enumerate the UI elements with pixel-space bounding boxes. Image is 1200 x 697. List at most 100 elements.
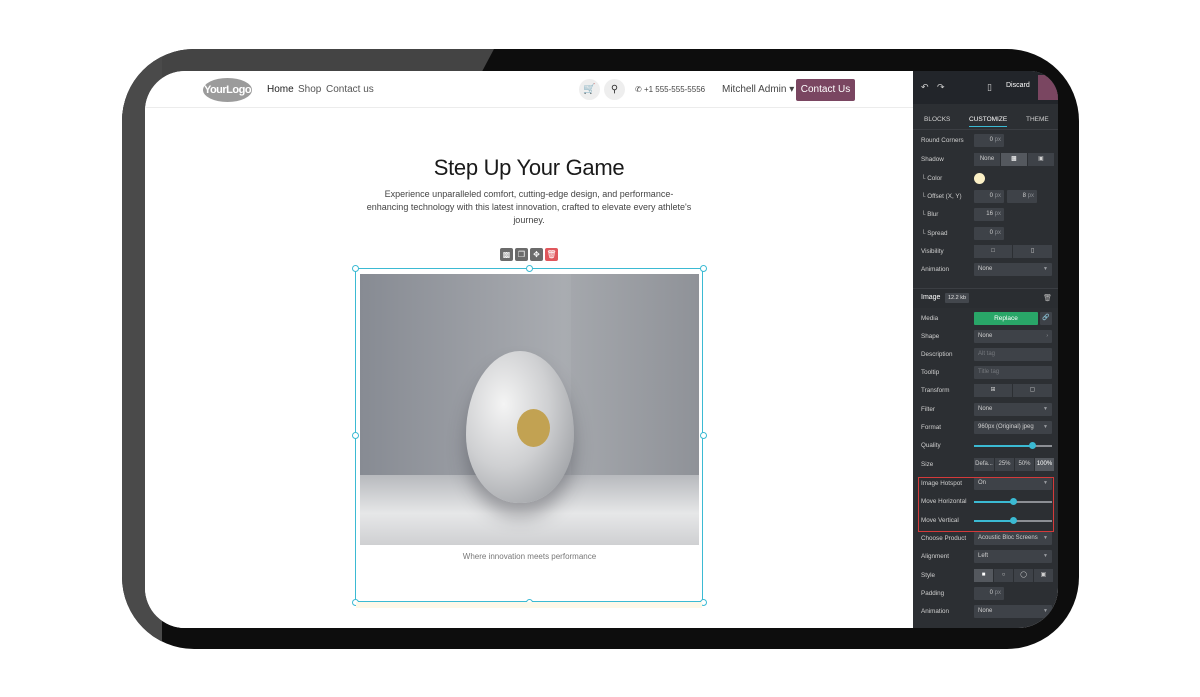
- undo-icon[interactable]: ↶: [921, 82, 929, 93]
- offset-x-value: 0: [989, 193, 993, 199]
- caret-icon: ▼: [1043, 535, 1048, 541]
- chevron-down-icon: ▾: [789, 84, 795, 95]
- caret-icon: ▼: [1043, 608, 1048, 614]
- screen: YourLogo Home Shop Contact us 🛒 ⚲ ✆ +1 5…: [145, 71, 1058, 628]
- resize-handle-ml[interactable]: [352, 432, 359, 439]
- link-icon[interactable]: 🔗: [1040, 312, 1052, 325]
- size-50[interactable]: 50%: [1015, 458, 1034, 471]
- style-thumbnail-icon[interactable]: ▣: [1034, 569, 1053, 582]
- alignment-label: Alignment: [921, 553, 950, 560]
- tab-theme[interactable]: THEME: [1026, 116, 1049, 123]
- caret-icon: ▼: [1043, 424, 1048, 430]
- blur-value: 16: [986, 211, 993, 217]
- image-toolbar: ▩ ❐ ✥ 🗑: [500, 248, 558, 261]
- size-25[interactable]: 25%: [995, 458, 1014, 471]
- filter-label: Filter: [921, 406, 935, 413]
- blur-unit: px: [994, 211, 1001, 217]
- contact-us-button[interactable]: Contact Us: [796, 79, 855, 101]
- format-select[interactable]: 960px (Original) jpeg ▼: [974, 421, 1052, 434]
- mobile-visibility-icon[interactable]: ▯: [1013, 245, 1052, 258]
- row-animation: Animation None ▼: [913, 261, 1058, 279]
- shadow-color-swatch[interactable]: [974, 173, 985, 184]
- nav-home[interactable]: Home: [267, 84, 294, 95]
- drag-handle-icon[interactable]: ▩: [500, 248, 513, 261]
- offset-x-input[interactable]: 0 px: [974, 190, 1004, 203]
- size-options: Defa... 25% 50% 100%: [974, 458, 1054, 471]
- product-select[interactable]: Acoustic Bloc Screens ▼: [974, 532, 1052, 545]
- tooltip-label: Tooltip: [921, 369, 940, 376]
- padding-input[interactable]: 0 px: [974, 587, 1004, 600]
- nav-shop[interactable]: Shop: [298, 84, 321, 95]
- shadow-none[interactable]: None: [974, 153, 1000, 166]
- animation-select[interactable]: None ▼: [974, 263, 1052, 276]
- crop-icon[interactable]: ⊞: [974, 384, 1012, 397]
- transform-label: Transform: [921, 387, 950, 394]
- filter-select[interactable]: None ▼: [974, 403, 1052, 416]
- transform-icon[interactable]: ▢: [1013, 384, 1052, 397]
- product-value: Acoustic Bloc Screens: [978, 535, 1038, 541]
- resize-handle-tl[interactable]: [352, 265, 359, 272]
- spread-input[interactable]: 0 px: [974, 227, 1004, 240]
- nav-contact[interactable]: Contact us: [326, 84, 374, 95]
- tab-blocks[interactable]: BLOCKS: [924, 116, 950, 123]
- product-image[interactable]: [360, 274, 699, 545]
- media-label: Media: [921, 315, 939, 322]
- round-corners-input[interactable]: 0 px: [974, 134, 1004, 147]
- quality-slider-knob[interactable]: [1029, 442, 1036, 449]
- row-description: Description Alt tag: [913, 346, 1058, 364]
- alignment-select[interactable]: Left ▼: [974, 550, 1052, 563]
- desktop-visibility-icon[interactable]: □: [974, 245, 1012, 258]
- quality-slider[interactable]: [974, 442, 1052, 449]
- description-label: Description: [921, 351, 953, 358]
- trash-icon[interactable]: 🗑: [1043, 294, 1052, 302]
- description-input[interactable]: Alt tag: [974, 348, 1052, 361]
- row-visibility: Visibility □ ▯: [913, 243, 1058, 261]
- move-icon[interactable]: ✥: [530, 248, 543, 261]
- tooltip-input[interactable]: Title tag: [974, 366, 1052, 379]
- hero-subtitle: Experience unparalleled comfort, cutting…: [366, 189, 692, 225]
- style-rounded-icon[interactable]: ○: [994, 569, 1013, 582]
- duplicate-icon[interactable]: ❐: [515, 248, 528, 261]
- style-square-icon[interactable]: ■: [974, 569, 993, 582]
- blur-input[interactable]: 16 px: [974, 208, 1004, 221]
- site-logo[interactable]: YourLogo: [203, 78, 252, 102]
- discard-button[interactable]: Discard: [1006, 82, 1030, 89]
- tab-customize[interactable]: CUSTOMIZE: [969, 116, 1008, 127]
- resize-handle-mr[interactable]: [700, 432, 707, 439]
- mobile-preview-icon[interactable]: ▯: [987, 82, 992, 93]
- save-button[interactable]: [1038, 75, 1058, 100]
- round-corners-unit: px: [994, 137, 1001, 143]
- replace-button[interactable]: Replace: [974, 312, 1038, 325]
- hero-title: Step Up Your Game: [433, 155, 625, 180]
- offset-y-unit: px: [1027, 193, 1034, 199]
- image-hotspot[interactable]: [517, 409, 550, 447]
- navbar: YourLogo Home Shop Contact us 🛒 ⚲ ✆ +1 5…: [145, 71, 913, 108]
- redo-icon[interactable]: ↷: [937, 82, 945, 93]
- search-icon[interactable]: ⚲: [604, 79, 625, 100]
- user-menu[interactable]: Mitchell Admin ▾: [722, 84, 794, 95]
- shadow-inset-icon[interactable]: ▣: [1028, 153, 1054, 166]
- padding-label: Padding: [921, 590, 945, 597]
- cart-icon[interactable]: 🛒: [579, 79, 600, 100]
- animation2-select[interactable]: None ▼: [974, 605, 1052, 618]
- resize-handle-tr[interactable]: [700, 265, 707, 272]
- image-caption: Where innovation meets performance: [462, 552, 597, 561]
- shadow-options: None ▩ ▣: [974, 153, 1054, 166]
- size-default[interactable]: Defa...: [974, 458, 994, 471]
- offset-x-unit: px: [994, 193, 1001, 199]
- alignment-value: Left: [978, 553, 989, 559]
- size-100[interactable]: 100%: [1035, 458, 1054, 471]
- offset-y-input[interactable]: 8 px: [1007, 190, 1037, 203]
- panel-tabs: BLOCKS CUSTOMIZE THEME: [913, 104, 1058, 130]
- spread-unit: px: [994, 230, 1001, 236]
- resize-handle-tc[interactable]: [526, 265, 533, 272]
- animation2-label: Animation: [921, 608, 950, 615]
- row-color: └ Color: [913, 170, 1058, 188]
- style-circle-icon[interactable]: ◯: [1014, 569, 1033, 582]
- shape-select[interactable]: None ›: [974, 330, 1052, 343]
- shadow-outset-icon[interactable]: ▩: [1001, 153, 1027, 166]
- phone-number[interactable]: ✆ +1 555-555-5556: [635, 85, 705, 94]
- delete-icon[interactable]: 🗑: [545, 248, 558, 261]
- animation-value: None: [978, 266, 993, 272]
- animation2-value: None: [978, 608, 993, 614]
